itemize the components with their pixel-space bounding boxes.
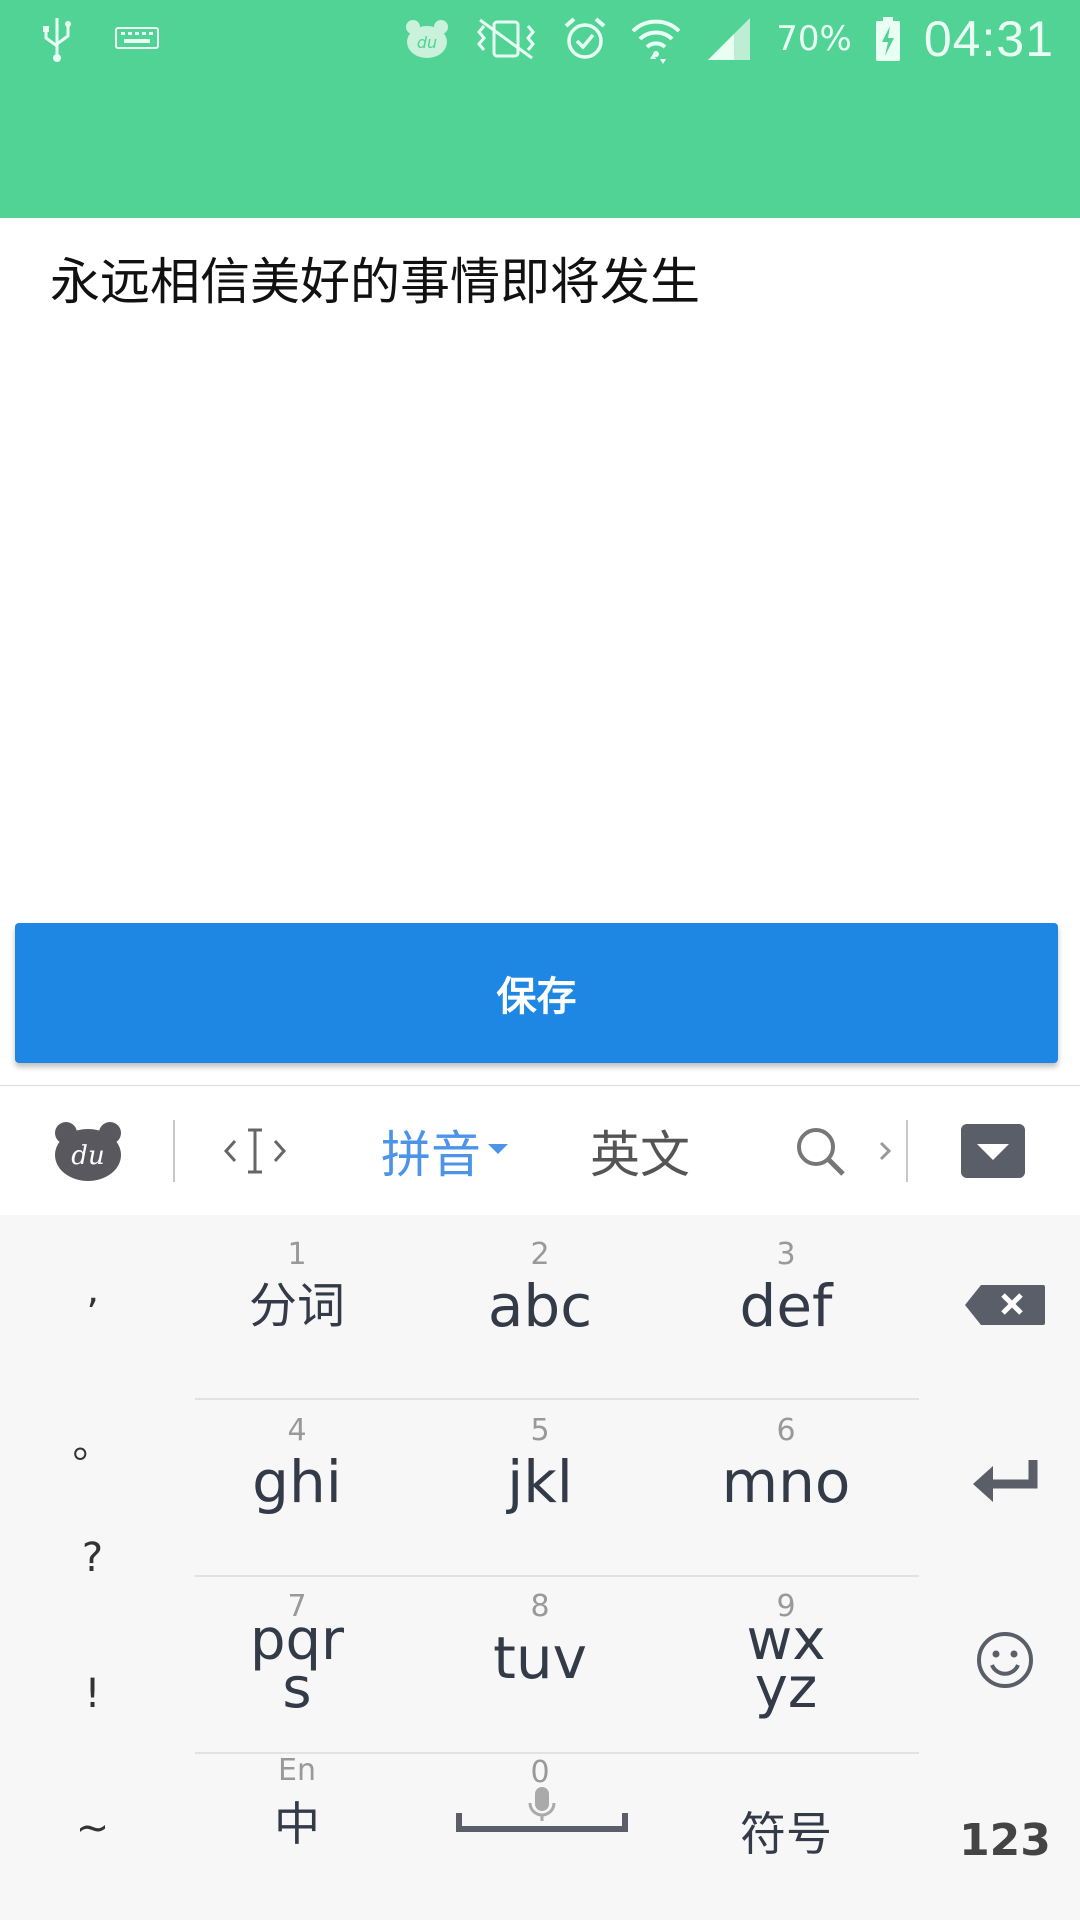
en-label: En	[278, 1753, 316, 1788]
enter-icon[interactable]	[930, 1425, 1080, 1535]
key-label: pqrs	[177, 1608, 417, 1721]
symbol-column[interactable]: ’ 。 ? ! ~	[0, 1215, 185, 1920]
baidu-logo-icon[interactable]: du	[40, 1086, 136, 1215]
emoji-icon[interactable]	[930, 1605, 1080, 1715]
key-2[interactable]: 2 abc	[420, 1215, 660, 1391]
chinese-toggle-key[interactable]: En 中	[177, 1745, 417, 1921]
space-key[interactable]: 0	[420, 1745, 660, 1921]
english-label: 英文	[590, 1125, 690, 1184]
wifi-icon	[630, 13, 682, 65]
hide-keyboard-icon[interactable]	[955, 1086, 1031, 1215]
app-header: du 70% 04:31	[0, 0, 1080, 218]
pinyin-mode-tab[interactable]: 拼音	[370, 1086, 520, 1215]
key-5[interactable]: 5 jkl	[420, 1391, 660, 1567]
save-button[interactable]: 保存	[15, 923, 1058, 1063]
status-clock: 04:31	[923, 11, 1054, 67]
chevron-down-icon	[487, 1141, 509, 1160]
key-6[interactable]: 6 mno	[666, 1391, 906, 1567]
alarm-icon	[562, 16, 608, 62]
chevron-right-icon[interactable]	[870, 1086, 900, 1215]
keyboard-toolbar: du 拼音 英文	[0, 1085, 1080, 1216]
microphone-space-icon	[456, 1783, 628, 1843]
zh-label: 中	[274, 1797, 320, 1851]
key-number: 8	[530, 1589, 550, 1624]
key-label: mno	[721, 1448, 851, 1516]
battery-percent: 70%	[776, 19, 852, 59]
keyboard-status-icon	[114, 24, 160, 52]
key-3[interactable]: 3 def	[666, 1215, 906, 1391]
backspace-icon[interactable]	[930, 1250, 1080, 1360]
number-mode-label: 123	[959, 1814, 1051, 1866]
key-number: 5	[530, 1413, 550, 1448]
key-label: 分词	[248, 1278, 345, 1334]
key-label-text: pqrs	[249, 1608, 345, 1721]
english-mode-tab[interactable]: 英文	[570, 1086, 710, 1215]
key-number: 2	[530, 1237, 550, 1272]
status-bar: du 70% 04:31	[0, 0, 1080, 80]
toolbar-divider	[173, 1120, 175, 1182]
key-1[interactable]: 1 分词	[177, 1215, 417, 1391]
key-label: jkl	[507, 1448, 573, 1516]
pinyin-label: 拼音	[381, 1125, 481, 1184]
symbols-key[interactable]: 符号	[666, 1745, 906, 1921]
key-9[interactable]: 9 wxyz	[666, 1567, 906, 1743]
key-number: 3	[776, 1237, 796, 1272]
key-label: def	[739, 1272, 833, 1340]
key-number: 4	[287, 1413, 307, 1448]
cursor-move-icon[interactable]	[210, 1086, 300, 1215]
search-icon[interactable]	[790, 1086, 850, 1215]
svg-text:du: du	[417, 33, 437, 52]
key-label: abc	[487, 1272, 593, 1340]
key-number: 6	[776, 1413, 796, 1448]
key-label: tuv	[493, 1624, 587, 1692]
symbol-key[interactable]: ~	[0, 1805, 185, 1851]
battery-charging-icon	[874, 16, 902, 62]
key-8[interactable]: 8 tuv	[420, 1567, 660, 1743]
number-mode-key[interactable]: 123	[930, 1785, 1080, 1895]
symbol-key[interactable]: ’	[0, 1291, 185, 1337]
key-4[interactable]: 4 ghi	[177, 1391, 417, 1567]
symbol-key[interactable]: !	[0, 1671, 185, 1717]
keyboard: ’ 。 ? ! ~ 1 分词 2 abc 3 def 4 ghi 5 jkl 6…	[0, 1215, 1080, 1920]
svg-text:du: du	[71, 1141, 104, 1171]
usb-icon	[40, 14, 74, 62]
symbol-key[interactable]: ?	[0, 1535, 185, 1581]
symbols-label: 符号	[740, 1807, 832, 1861]
baidu-input-status-icon: du	[404, 18, 450, 60]
key-number: 1	[287, 1237, 307, 1272]
symbol-key[interactable]: 。	[0, 1411, 185, 1469]
vibrate-mute-icon	[472, 16, 540, 62]
key-label-text: wxyz	[746, 1608, 826, 1721]
note-text-field[interactable]: 永远相信美好的事情即将发生	[50, 250, 1030, 314]
key-label: ghi	[252, 1448, 342, 1516]
signal-icon	[704, 16, 754, 62]
toolbar-divider	[906, 1120, 908, 1182]
key-label: wxyz	[666, 1608, 906, 1721]
key-7[interactable]: 7 pqrs	[177, 1567, 417, 1743]
